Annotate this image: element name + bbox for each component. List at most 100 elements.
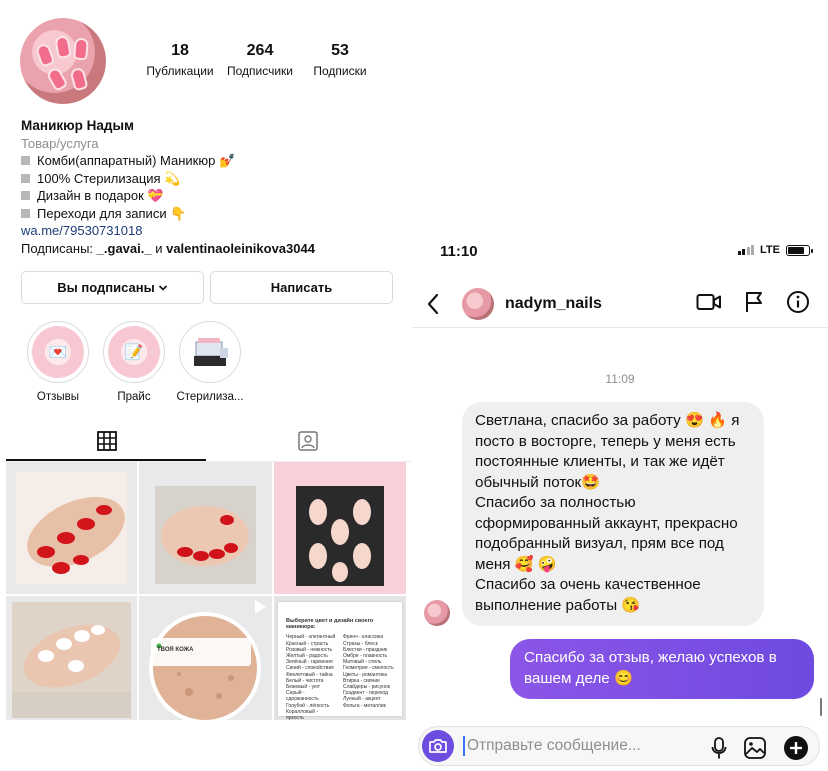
skin-post-badge: ТВОЯ КОЖА <box>157 647 194 653</box>
skin-closeup-image <box>139 596 272 720</box>
doc-title: Выберите цвет и дизайн своего маникюра: <box>286 618 374 631</box>
stat-following[interactable]: 53 Подписки <box>300 42 380 78</box>
chat-screen: 11:10 LTE nadym_nails 11:09 Светлана, сп… <box>412 232 828 771</box>
doc-line: Серый - сдержанность <box>286 690 319 703</box>
envelope-icon: 💌 <box>32 326 84 378</box>
stat-posts[interactable]: 18 Публикации <box>140 42 220 78</box>
highlight-label: Стерилиза... <box>176 391 244 403</box>
bio-line: Дизайн в подарок 💝 <box>21 187 401 205</box>
following-button-label: Вы подписаны <box>57 280 155 295</box>
profile-tabs <box>0 420 412 462</box>
doc-text: Выберите цвет и дизайн своего маникюра: … <box>286 618 394 720</box>
highlight-label: Прайс <box>117 391 151 403</box>
profile-screen: 18 Публикации 264 Подписчики 53 Подписки… <box>0 0 412 771</box>
message-paragraph: Спасибо за полностью сформированный акка… <box>475 494 738 573</box>
chat-header: nadym_nails <box>412 280 828 328</box>
notepad-icon: 📝 <box>108 326 160 378</box>
profile-link[interactable]: wa.me/79530731018 <box>21 222 401 240</box>
profile-avatar[interactable] <box>20 18 106 104</box>
doc-column: Френч - классика Стразы - блеск Блестки - … <box>343 634 394 720</box>
message-text: Спасибо за отзыв, желаю успехов в вашем … <box>524 649 777 687</box>
stat-label: Подписчики <box>226 64 293 78</box>
post-thumbnail[interactable] <box>274 462 406 594</box>
highlight-label: Отзывы <box>36 391 80 403</box>
composer-actions <box>711 735 809 761</box>
info-icon[interactable] <box>786 290 810 314</box>
bio-line: Комби(аппаратный) Маникюр 💅 <box>21 152 401 170</box>
doc-line: Синий - спокойствие <box>286 665 335 672</box>
stat-value: 264 <box>246 42 274 59</box>
followed-by[interactable]: Подписаны: _.gavai._ и valentinaoleiniko… <box>21 240 401 258</box>
profile-category: Товар/услуга <box>21 135 99 151</box>
post-thumbnail-reel[interactable]: ТВОЯ КОЖА <box>139 596 272 720</box>
doc-line: Фиолетовый - тайна <box>286 671 333 678</box>
message-button-label: Написать <box>270 280 333 295</box>
chat-username[interactable]: nadym_nails <box>505 295 602 313</box>
highlight-price[interactable]: 📝 Прайс <box>94 321 174 403</box>
scrollbar[interactable] <box>820 698 822 716</box>
stat-label: Публикации <box>146 64 214 78</box>
post-thumbnail[interactable] <box>6 596 137 720</box>
stat-value: 53 <box>331 42 349 59</box>
doc-column: Черный - элегантный Красный - страсть Розо… <box>286 634 337 720</box>
message-composer <box>418 726 820 766</box>
incoming-message-bubble[interactable]: Светлана, спасибо за работу 😍 🔥 я посто … <box>462 402 764 626</box>
microphone-icon[interactable] <box>711 736 727 760</box>
active-tab-indicator <box>6 459 206 461</box>
chevron-down-icon <box>158 284 167 291</box>
story-highlights: 💌 Отзывы 📝 Прайс Стерилиза... <box>18 321 250 403</box>
message-timestamp: 11:09 <box>605 372 635 386</box>
message-paragraph: Светлана, спасибо за работу 😍 🔥 я посто … <box>475 412 740 491</box>
stat-label: Подписки <box>313 64 367 78</box>
message-input[interactable] <box>467 735 687 757</box>
doc-line: Геометрия - смелость <box>343 665 394 672</box>
signal-icon <box>737 245 755 255</box>
doc-line: Коралловый - яркость <box>286 708 319 720</box>
bullet-icon <box>21 191 30 200</box>
gallery-icon[interactable] <box>743 736 767 760</box>
bullet-icon <box>21 156 30 165</box>
following-button[interactable]: Вы подписаны <box>21 271 204 304</box>
tagged-icon[interactable] <box>297 430 319 452</box>
doc-card: Выберите цвет и дизайн своего маникюра: … <box>278 602 402 720</box>
nail-shapes-image <box>274 462 406 594</box>
camera-icon <box>429 739 447 753</box>
post-thumbnail[interactable]: Выберите цвет и дизайн своего маникюра: … <box>274 596 406 720</box>
video-call-icon[interactable] <box>696 292 722 312</box>
doc-line: Черный - элегантный <box>286 634 336 641</box>
bio-line: 100% Стерилизация 💫 <box>21 170 401 188</box>
status-indicators: LTE <box>737 244 813 256</box>
bio-line: Переходи для записи 👇 <box>21 205 401 223</box>
white-nails-image <box>6 596 137 720</box>
reel-play-icon <box>255 600 266 614</box>
chat-avatar[interactable] <box>462 288 494 320</box>
sterilizer-icon <box>184 326 236 378</box>
status-time: 11:10 <box>440 243 478 260</box>
add-circle-icon[interactable] <box>783 735 809 761</box>
message-button[interactable]: Написать <box>210 271 393 304</box>
profile-bio: Маникюр Надым Товар/услуга Комби(аппарат… <box>21 117 401 257</box>
flag-icon[interactable] <box>744 290 764 314</box>
grid-icon[interactable] <box>96 430 118 452</box>
message-paragraph: Спасибо за очень качественное выполнение… <box>475 576 701 614</box>
post-thumbnail[interactable] <box>6 462 137 594</box>
highlight-reviews[interactable]: 💌 Отзывы <box>18 321 98 403</box>
post-thumbnail[interactable] <box>139 462 272 594</box>
profile-stats: 18 Публикации 264 Подписчики 53 Подписки <box>140 42 380 78</box>
back-arrow-icon[interactable] <box>426 292 440 316</box>
battery-icon <box>786 244 813 256</box>
bullet-icon <box>21 173 30 183</box>
doc-line: Фольга - металлик <box>343 702 386 709</box>
stat-value: 18 <box>171 42 189 59</box>
posts-grid: ТВОЯ КОЖА Выберите цвет и дизайн своего … <box>6 462 408 720</box>
profile-name: Маникюр Надым <box>21 118 134 133</box>
camera-button[interactable] <box>422 730 454 762</box>
highlight-sterilization[interactable]: Стерилиза... <box>170 321 250 403</box>
bullet-icon <box>21 208 30 218</box>
network-label: LTE <box>760 244 780 256</box>
red-nails-image <box>139 462 272 594</box>
stat-followers[interactable]: 264 Подписчики <box>220 42 300 78</box>
doc-line: Цветы - романтика <box>343 671 387 678</box>
header-actions <box>696 290 810 314</box>
outgoing-message-bubble[interactable]: Спасибо за отзыв, желаю успехов в вашем … <box>510 639 814 699</box>
